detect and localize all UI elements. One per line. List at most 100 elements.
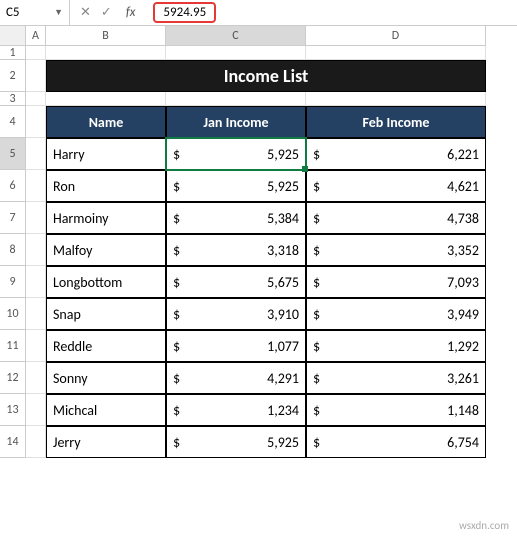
row-header[interactable]: 12 [0, 362, 26, 394]
row-header[interactable]: 11 [0, 330, 26, 362]
cell[interactable] [26, 298, 46, 330]
cell[interactable] [26, 138, 46, 170]
worksheet: A B C D 1 2 Income List 3 4 Name Jan Inc… [0, 26, 517, 458]
cell[interactable] [166, 92, 306, 106]
cell[interactable] [26, 362, 46, 394]
cell-feb[interactable]: $6,754 [306, 426, 486, 458]
cell-jan[interactable]: $5,925 [166, 138, 306, 170]
cell-feb[interactable]: $6,221 [306, 138, 486, 170]
col-header-a[interactable]: A [26, 26, 46, 46]
amount: 3,949 [447, 306, 479, 323]
amount: 6,221 [447, 146, 479, 163]
cell-feb[interactable]: $4,621 [306, 170, 486, 202]
col-header-c[interactable]: C [166, 26, 306, 46]
cell-name[interactable]: Longbottom [46, 266, 166, 298]
row-header[interactable]: 1 [0, 46, 26, 60]
cell[interactable] [166, 46, 306, 60]
cell-name[interactable]: Ron [46, 170, 166, 202]
cell-jan[interactable]: $1,234 [166, 394, 306, 426]
amount: 5,384 [267, 210, 299, 227]
fx-icon[interactable]: fx [126, 5, 136, 20]
cell-name[interactable]: Snap [46, 298, 166, 330]
amount: 3,910 [267, 306, 299, 323]
cell[interactable] [26, 92, 46, 106]
header-jan[interactable]: Jan Income [166, 106, 306, 138]
cell-feb[interactable]: $4,738 [306, 202, 486, 234]
cell-feb[interactable]: $1,148 [306, 394, 486, 426]
grid-row: 14 Jerry$5,925$6,754 [0, 426, 517, 458]
name-box-dropdown-icon[interactable]: ▼ [54, 7, 63, 18]
row-header[interactable]: 6 [0, 170, 26, 202]
cell[interactable] [306, 46, 486, 60]
cell-jan[interactable]: $4,291 [166, 362, 306, 394]
formula-bar: C5 ▼ ✕ ✓ fx 5924.95 [0, 0, 517, 26]
col-header-b[interactable]: B [46, 26, 166, 46]
cell-jan[interactable]: $5,925 [166, 170, 306, 202]
currency-symbol: $ [173, 242, 180, 259]
formula-bar-buttons: ✕ ✓ fx [70, 0, 145, 25]
row-header[interactable]: 8 [0, 234, 26, 266]
cell-name[interactable]: Malfoy [46, 234, 166, 266]
row-header[interactable]: 10 [0, 298, 26, 330]
cell[interactable] [26, 60, 46, 92]
header-feb[interactable]: Feb Income [306, 106, 486, 138]
row-header[interactable]: 13 [0, 394, 26, 426]
amount: 5,675 [267, 274, 299, 291]
amount: 3,261 [447, 370, 479, 387]
grid-row: 9 Longbottom$5,675$7,093 [0, 266, 517, 298]
row-header[interactable]: 9 [0, 266, 26, 298]
header-name[interactable]: Name [46, 106, 166, 138]
amount: 3,352 [447, 242, 479, 259]
row-header[interactable]: 3 [0, 92, 26, 106]
cell-feb[interactable]: $1,292 [306, 330, 486, 362]
select-all-corner[interactable] [0, 26, 26, 46]
cell[interactable] [26, 46, 46, 60]
grid-row: 10 Snap$3,910$3,949 [0, 298, 517, 330]
amount: 4,621 [447, 178, 479, 195]
cell-jan[interactable]: $5,925 [166, 426, 306, 458]
amount: 1,148 [447, 402, 479, 419]
cell-name[interactable]: Harry [46, 138, 166, 170]
cell-jan[interactable]: $3,910 [166, 298, 306, 330]
cell[interactable] [306, 92, 486, 106]
cell-jan[interactable]: $5,675 [166, 266, 306, 298]
cell-name[interactable]: Jerry [46, 426, 166, 458]
cell-name[interactable]: Reddle [46, 330, 166, 362]
cell[interactable] [46, 92, 166, 106]
row-header[interactable]: 2 [0, 60, 26, 92]
row-header[interactable]: 14 [0, 426, 26, 458]
cell-jan[interactable]: $5,384 [166, 202, 306, 234]
cell[interactable] [46, 46, 166, 60]
cell[interactable] [26, 202, 46, 234]
col-header-d[interactable]: D [306, 26, 486, 46]
cell-feb[interactable]: $3,261 [306, 362, 486, 394]
enter-icon[interactable]: ✓ [101, 5, 112, 20]
amount: 3,318 [267, 242, 299, 259]
title-cell[interactable]: Income List [46, 60, 486, 92]
name-box[interactable]: C5 ▼ [0, 0, 70, 25]
cell-feb[interactable]: $3,352 [306, 234, 486, 266]
cell[interactable] [26, 330, 46, 362]
amount: 1,077 [267, 338, 299, 355]
cancel-icon[interactable]: ✕ [80, 5, 91, 20]
amount: 6,754 [447, 434, 479, 451]
cell[interactable] [26, 266, 46, 298]
formula-input[interactable]: 5924.95 [145, 0, 517, 25]
row-header[interactable]: 4 [0, 106, 26, 138]
row-header[interactable]: 7 [0, 202, 26, 234]
cell-jan[interactable]: $3,318 [166, 234, 306, 266]
cell-name[interactable]: Harmoiny [46, 202, 166, 234]
cell[interactable] [26, 394, 46, 426]
cell-feb[interactable]: $7,093 [306, 266, 486, 298]
column-headers: A B C D [0, 26, 517, 46]
cell[interactable] [26, 426, 46, 458]
cell[interactable] [26, 170, 46, 202]
cell-jan[interactable]: $1,077 [166, 330, 306, 362]
cell-feb[interactable]: $3,949 [306, 298, 486, 330]
grid-row: 2 Income List [0, 60, 517, 92]
cell[interactable] [26, 234, 46, 266]
cell-name[interactable]: Michcal [46, 394, 166, 426]
cell[interactable] [26, 106, 46, 138]
row-header[interactable]: 5 [0, 138, 26, 170]
cell-name[interactable]: Sonny [46, 362, 166, 394]
